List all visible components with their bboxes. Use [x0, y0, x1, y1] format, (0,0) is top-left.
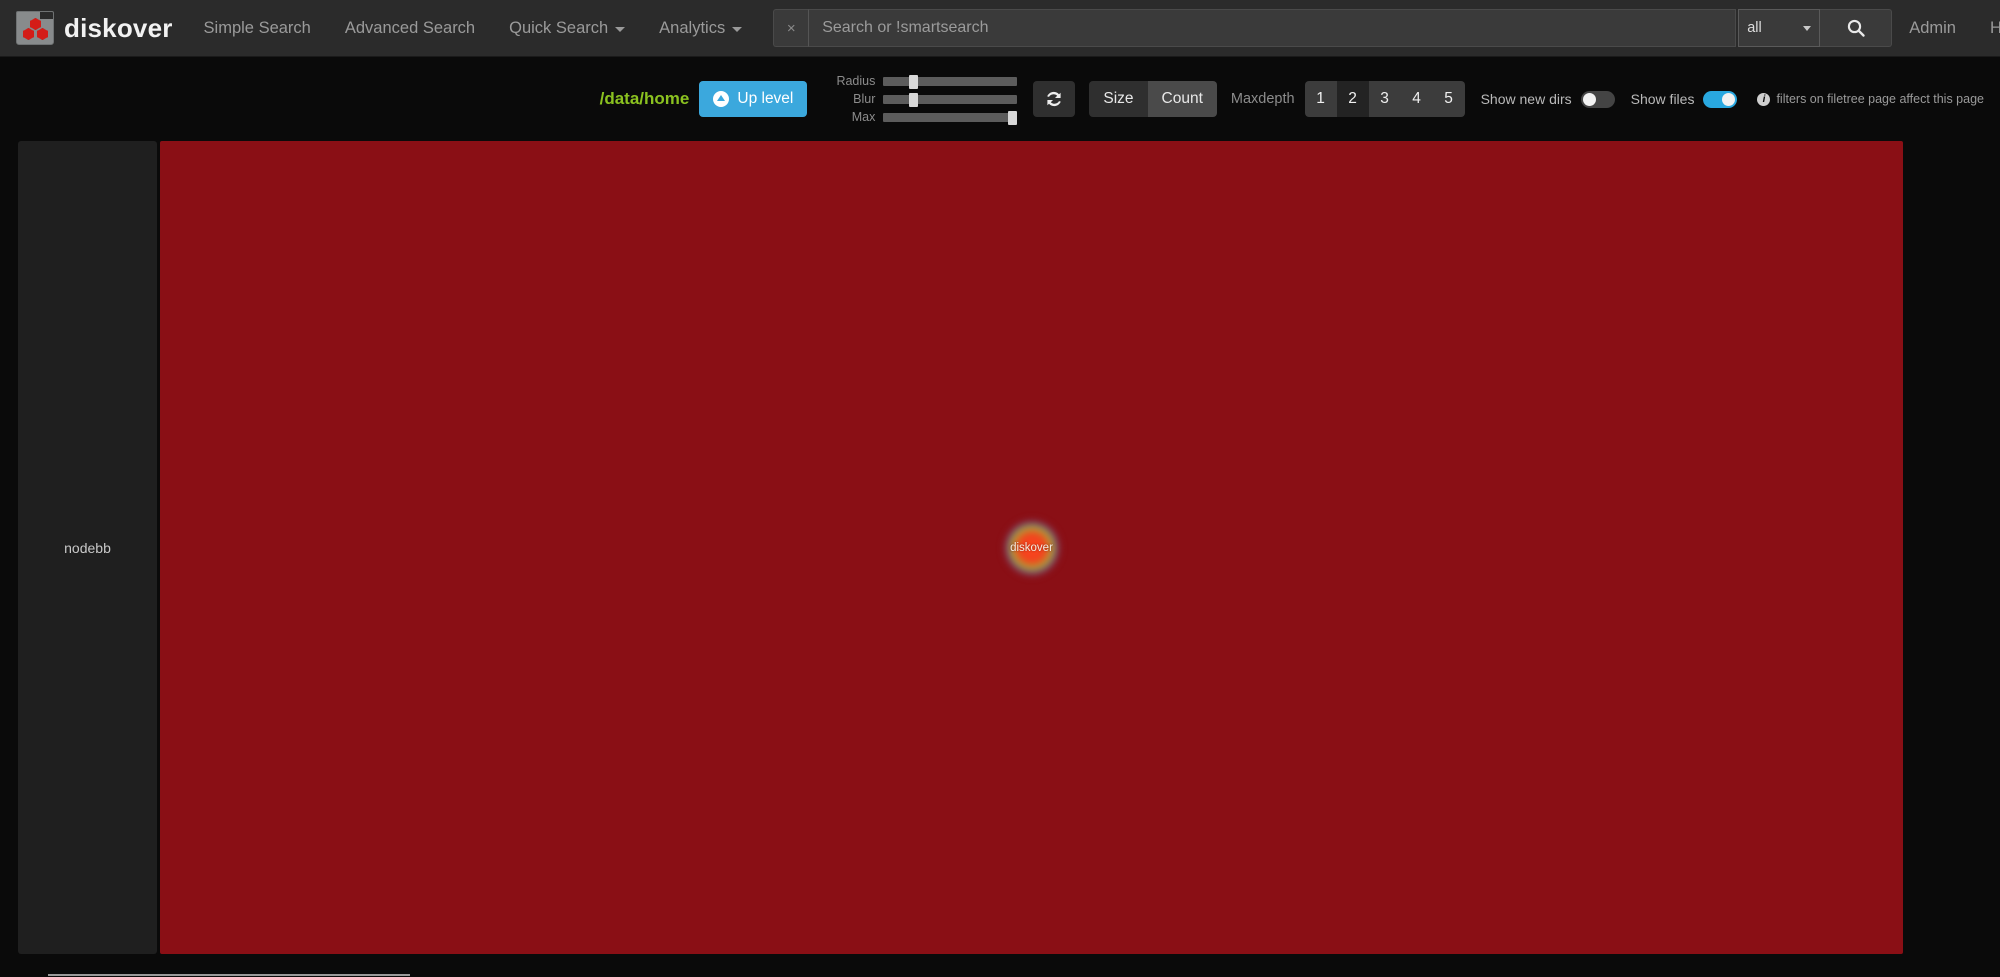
brand-name: diskover	[64, 12, 173, 43]
nav-item-label: Quick Search	[509, 18, 609, 37]
search-scope-select[interactable]: all	[1738, 9, 1821, 47]
size-button[interactable]: Size	[1089, 81, 1148, 117]
close-icon: ×	[786, 19, 796, 37]
blur-slider-thumb[interactable]	[908, 92, 918, 107]
search-bar: × all	[773, 9, 1893, 47]
nav-item-help[interactable]: Help	[1973, 0, 2000, 57]
maxdepth-button-5[interactable]: 5	[1432, 81, 1465, 117]
max-slider[interactable]	[883, 110, 1018, 125]
slider-controls: Radius Blur Max	[829, 74, 1018, 125]
brand-logo[interactable]: diskover	[0, 0, 187, 57]
blur-slider[interactable]	[883, 92, 1018, 107]
show-files-label: Show files	[1630, 91, 1695, 107]
nav-item-label: Advanced Search	[344, 18, 476, 37]
search-scope-value: all	[1747, 20, 1762, 36]
info-icon: i	[1757, 92, 1771, 106]
search-icon	[1847, 19, 1865, 37]
up-level-label: Up level	[737, 90, 794, 107]
navbar-right: Admin Help	[1892, 0, 2000, 57]
nav-item-quick-search[interactable]: Quick Search	[492, 0, 642, 57]
count-button[interactable]: Count	[1147, 81, 1217, 117]
toggle-knob	[1582, 92, 1596, 106]
maxdepth-button-3[interactable]: 3	[1368, 81, 1401, 117]
up-level-button[interactable]: Up level	[699, 81, 808, 117]
show-new-dirs-control: Show new dirs	[1480, 90, 1615, 108]
footer-divider	[48, 974, 410, 976]
nav-item-advanced-search[interactable]: Advanced Search	[328, 0, 492, 57]
max-slider-row: Max	[829, 110, 1018, 125]
search-input[interactable]	[808, 9, 1737, 47]
nav-item-label: Analytics	[659, 18, 726, 37]
directory-sidebar[interactable]: nodebb	[18, 141, 157, 954]
nav-item-label: Help	[1989, 18, 2000, 37]
nav-item-label: Admin	[1909, 18, 1956, 37]
blur-slider-row: Blur	[829, 92, 1018, 107]
show-new-dirs-label: Show new dirs	[1480, 91, 1572, 107]
show-files-toggle[interactable]	[1703, 90, 1738, 108]
heatmap-toolbar: /data/home Up level Radius Blur Max Size…	[0, 57, 2000, 141]
search-submit-button[interactable]	[1820, 9, 1893, 47]
show-files-control: Show files	[1630, 90, 1738, 108]
max-slider-thumb[interactable]	[1008, 110, 1017, 125]
maxdepth-button-2[interactable]: 2	[1336, 81, 1369, 117]
chevron-down-icon	[615, 27, 626, 32]
radius-slider-label: Radius	[836, 74, 876, 88]
radius-slider[interactable]	[883, 74, 1018, 89]
heatmap-blob-diskover[interactable]	[1000, 516, 1063, 579]
chevron-down-icon	[732, 27, 743, 32]
filters-note: i filters on filetree page affect this p…	[1757, 92, 1984, 106]
max-slider-label: Max	[851, 110, 876, 124]
nav-item-label: Simple Search	[203, 18, 311, 37]
nav-item-admin[interactable]: Admin	[1892, 0, 1973, 57]
chevron-down-icon	[1803, 25, 1812, 31]
arrow-up-circle-icon	[713, 91, 730, 107]
maxdepth-button-4[interactable]: 4	[1400, 81, 1433, 117]
heatmap-canvas[interactable]: diskover	[160, 141, 1903, 954]
sidebar-item-nodebb[interactable]: nodebb	[64, 540, 111, 556]
navbar: diskover Simple Search Advanced Search Q…	[0, 0, 2000, 57]
refresh-button[interactable]	[1033, 81, 1076, 117]
nav-item-simple-search[interactable]: Simple Search	[187, 0, 328, 57]
refresh-icon	[1047, 91, 1062, 107]
toggle-knob	[1722, 92, 1736, 106]
current-path: /data/home	[599, 89, 690, 108]
maxdepth-button-1[interactable]: 1	[1304, 81, 1337, 117]
maxdepth-label: Maxdepth	[1230, 91, 1295, 107]
radius-slider-row: Radius	[829, 74, 1018, 89]
metric-button-group: Size Count	[1089, 81, 1217, 117]
show-new-dirs-toggle[interactable]	[1580, 90, 1615, 108]
radius-slider-thumb[interactable]	[908, 74, 918, 89]
filters-note-text: filters on filetree page affect this pag…	[1776, 92, 1984, 106]
diskover-folder-logo-icon	[16, 11, 54, 45]
nav-item-analytics[interactable]: Analytics	[642, 0, 759, 57]
blur-slider-label: Blur	[853, 92, 876, 106]
clear-search-button[interactable]: ×	[773, 9, 809, 47]
maxdepth-button-group: 1 2 3 4 5	[1304, 81, 1465, 117]
